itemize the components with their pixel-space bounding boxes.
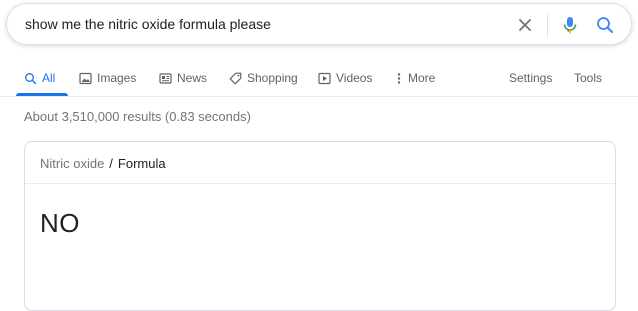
tabs-divider <box>0 96 638 97</box>
result-stats: About 3,510,000 results (0.83 seconds) <box>24 109 251 124</box>
card-header: Nitric oxide / Formula <box>25 142 615 184</box>
settings-link[interactable]: Settings <box>509 67 552 89</box>
search-tabs: All Images News Shopping Videos More Set… <box>0 60 638 96</box>
newspaper-icon <box>159 72 172 85</box>
more-vertical-icon <box>395 72 403 85</box>
breadcrumb-current: Formula <box>117 156 166 171</box>
search-input[interactable]: show me the nitric oxide formula please <box>25 16 271 32</box>
tab-images[interactable]: Images <box>79 67 136 89</box>
formula-card: Nitric oxide / Formula NO <box>24 141 616 311</box>
tag-icon <box>229 72 242 85</box>
tab-label: All <box>42 71 56 85</box>
search-bar-divider <box>547 13 548 37</box>
tab-label: Videos <box>336 71 373 85</box>
tab-label: News <box>177 71 208 85</box>
tab-label: Images <box>97 71 137 85</box>
tab-label: More <box>408 71 436 85</box>
tab-all[interactable]: All <box>24 67 55 89</box>
tab-news[interactable]: News <box>159 67 207 89</box>
tab-shopping[interactable]: Shopping <box>229 67 298 89</box>
tab-more[interactable]: More <box>395 67 435 89</box>
breadcrumb: Nitric oxide / Formula <box>40 156 166 171</box>
play-icon <box>318 72 331 85</box>
formula-value: NO <box>40 208 80 238</box>
close-icon[interactable] <box>515 15 535 35</box>
image-icon <box>79 72 92 85</box>
microphone-icon[interactable] <box>560 15 580 35</box>
tab-videos[interactable]: Videos <box>318 67 372 89</box>
search-icon <box>24 72 37 85</box>
breadcrumb-parent[interactable]: Nitric oxide <box>40 156 104 171</box>
search-bar[interactable]: show me the nitric oxide formula please <box>6 3 632 45</box>
breadcrumb-separator: / <box>109 156 113 171</box>
tools-link[interactable]: Tools <box>574 67 602 89</box>
search-icon[interactable] <box>595 15 615 35</box>
tab-label: Shopping <box>247 71 298 85</box>
